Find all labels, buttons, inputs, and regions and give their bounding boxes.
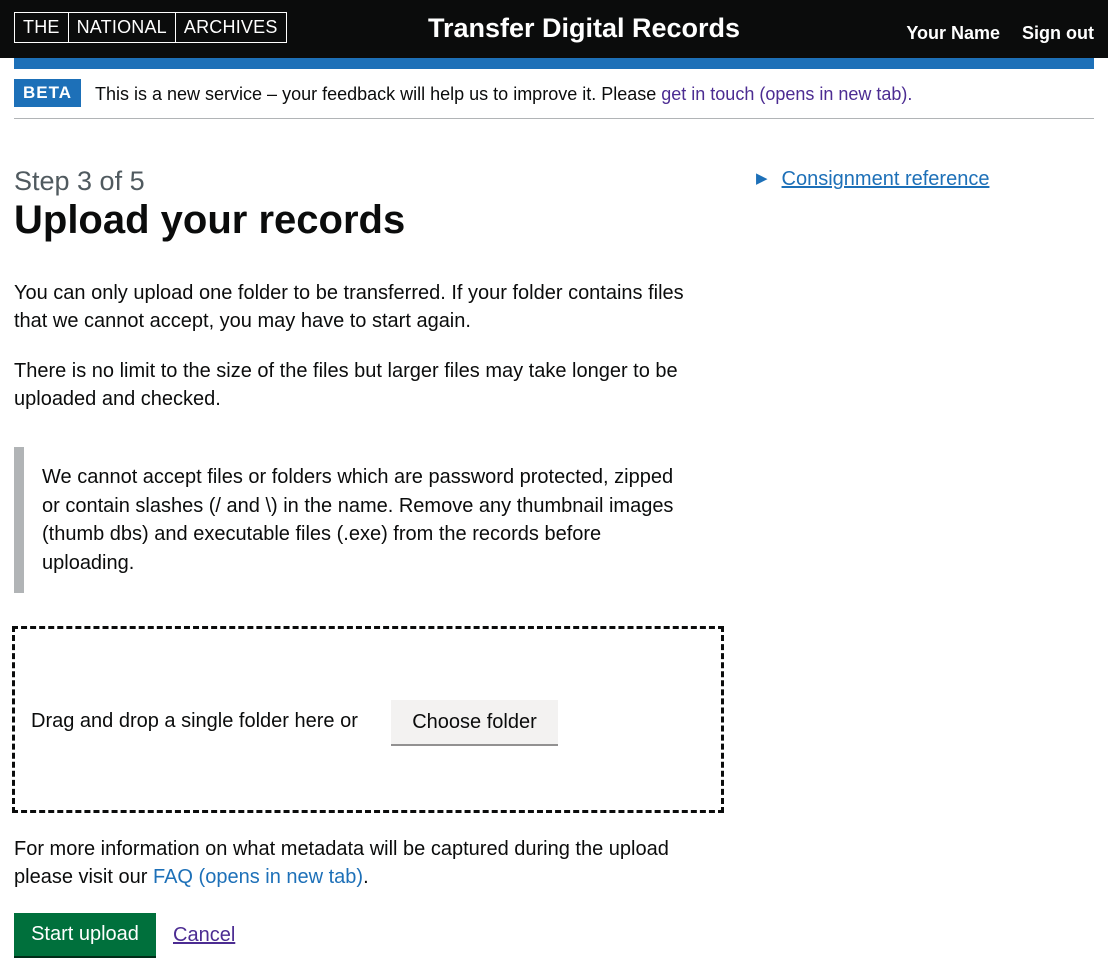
feedback-link[interactable]: get in touch (opens in new tab). <box>661 84 912 104</box>
file-size-paragraph: There is no limit to the size of the fil… <box>14 360 678 410</box>
start-upload-button[interactable]: Start upload <box>14 913 156 956</box>
page-title: Upload your records <box>14 198 406 242</box>
phase-banner-message: This is a new service – your feedback wi… <box>95 84 662 104</box>
consignment-reference-summary[interactable]: Consignment reference <box>782 166 990 192</box>
restrictions-inset: We cannot accept files or folders which … <box>14 447 714 593</box>
beta-tag: BETA <box>14 79 82 107</box>
sign-out-link[interactable]: Sign out <box>1022 23 1094 44</box>
consignment-reference-details[interactable]: ▶ Consignment reference <box>756 166 989 192</box>
metadata-info-end: . <box>363 866 369 888</box>
logo-part-the: THE <box>15 13 69 42</box>
drop-zone-text: Drag and drop a single folder here or <box>31 710 358 732</box>
national-archives-logo[interactable]: THE NATIONAL ARCHIVES <box>14 12 287 43</box>
metadata-info-paragraph: For more information on what metadata wi… <box>14 835 714 891</box>
faq-link[interactable]: FAQ (opens in new tab) <box>153 866 363 888</box>
service-name-link[interactable]: Transfer Digital Records <box>428 13 740 43</box>
header-navigation: Your Name Sign out <box>906 23 1094 44</box>
choose-folder-button[interactable]: Choose folder <box>391 700 558 744</box>
user-name-link[interactable]: Your Name <box>906 23 1000 44</box>
cancel-link[interactable]: Cancel <box>173 922 235 948</box>
expand-triangle-icon: ▶ <box>756 170 768 187</box>
phase-banner: BETA This is a new service – your feedba… <box>14 79 1094 119</box>
step-caption: Step 3 of 5 <box>14 166 145 196</box>
header-accent-bar <box>14 58 1094 69</box>
upload-instructions-paragraph: You can only upload one folder to be tra… <box>14 282 684 332</box>
restrictions-text: We cannot accept files or folders which … <box>42 466 674 574</box>
phase-banner-text: This is a new service – your feedback wi… <box>95 83 912 105</box>
logo-part-archives: ARCHIVES <box>183 17 278 37</box>
site-header: THE NATIONAL ARCHIVES Transfer Digital R… <box>0 0 1108 58</box>
logo-part-national: NATIONAL <box>69 13 176 42</box>
folder-drop-zone[interactable]: Drag and drop a single folder here or Ch… <box>12 626 724 813</box>
